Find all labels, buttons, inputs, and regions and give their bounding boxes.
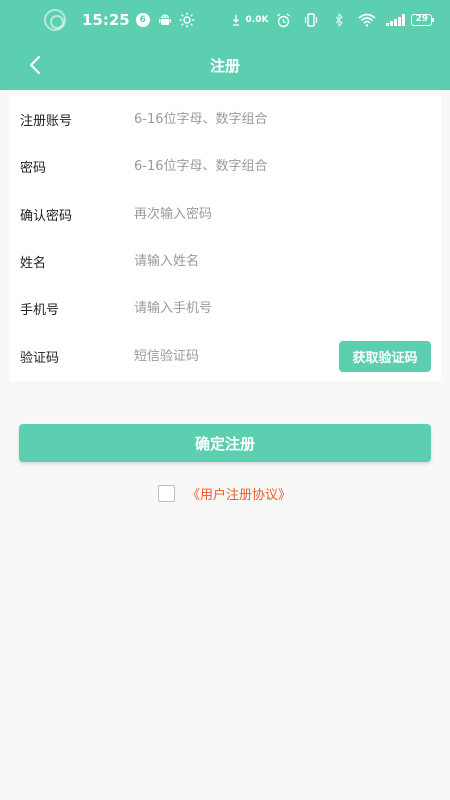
account-label: 注册账号: [20, 114, 73, 129]
page-title: 注册: [209, 56, 240, 75]
agreement-link[interactable]: 《用户注册协议》: [187, 484, 291, 503]
code-input[interactable]: [134, 341, 331, 372]
password-label: 密码: [20, 161, 47, 176]
phone-input[interactable]: [134, 293, 429, 324]
account-input[interactable]: [134, 104, 429, 135]
signal-icon: [386, 14, 406, 26]
form-row-account: 注册账号: [9, 96, 441, 143]
confirm-password-input[interactable]: [134, 199, 429, 230]
password-input[interactable]: [134, 151, 429, 182]
phone-label: 手机号: [20, 303, 60, 318]
form-row-phone: 手机号: [9, 285, 441, 332]
status-bar: 15:25 6 0.0K 29: [0, 0, 450, 40]
circle-indicator-icon: [44, 9, 66, 31]
wifi-icon: [358, 11, 376, 29]
alarm-icon: [274, 11, 292, 29]
download-speed-icon: [232, 11, 240, 29]
brightness-icon: [178, 11, 196, 29]
android-icon: [156, 11, 174, 29]
vibrate-icon: [302, 11, 320, 29]
form-row-name: 姓名: [9, 238, 441, 285]
battery-icon: 29: [411, 14, 434, 26]
confirm-password-label: 确认密码: [20, 209, 73, 224]
status-time: 15:25: [82, 11, 130, 29]
chevron-left-icon: [29, 55, 41, 75]
submit-button[interactable]: 确定注册: [19, 424, 431, 462]
name-label: 姓名: [20, 256, 47, 271]
form-row-code: 验证码 获取验证码: [9, 333, 441, 380]
back-button[interactable]: [22, 52, 48, 78]
registration-form: 注册账号 密码 确认密码 姓名 手机号 验证码 获取验证码: [9, 95, 441, 381]
code-label: 验证码: [20, 351, 60, 366]
notification-badge: 6: [135, 13, 150, 27]
get-code-button[interactable]: 获取验证码: [339, 341, 431, 372]
net-speed: 0.0K: [245, 15, 269, 25]
bluetooth-icon: [330, 11, 348, 29]
name-input[interactable]: [134, 246, 429, 277]
navbar: 注册: [0, 40, 450, 90]
form-row-confirm-password: 确认密码: [9, 191, 441, 238]
agreement-checkbox[interactable]: [158, 484, 175, 502]
form-row-password: 密码: [9, 143, 441, 190]
agreement-row: 《用户注册协议》: [158, 484, 291, 503]
